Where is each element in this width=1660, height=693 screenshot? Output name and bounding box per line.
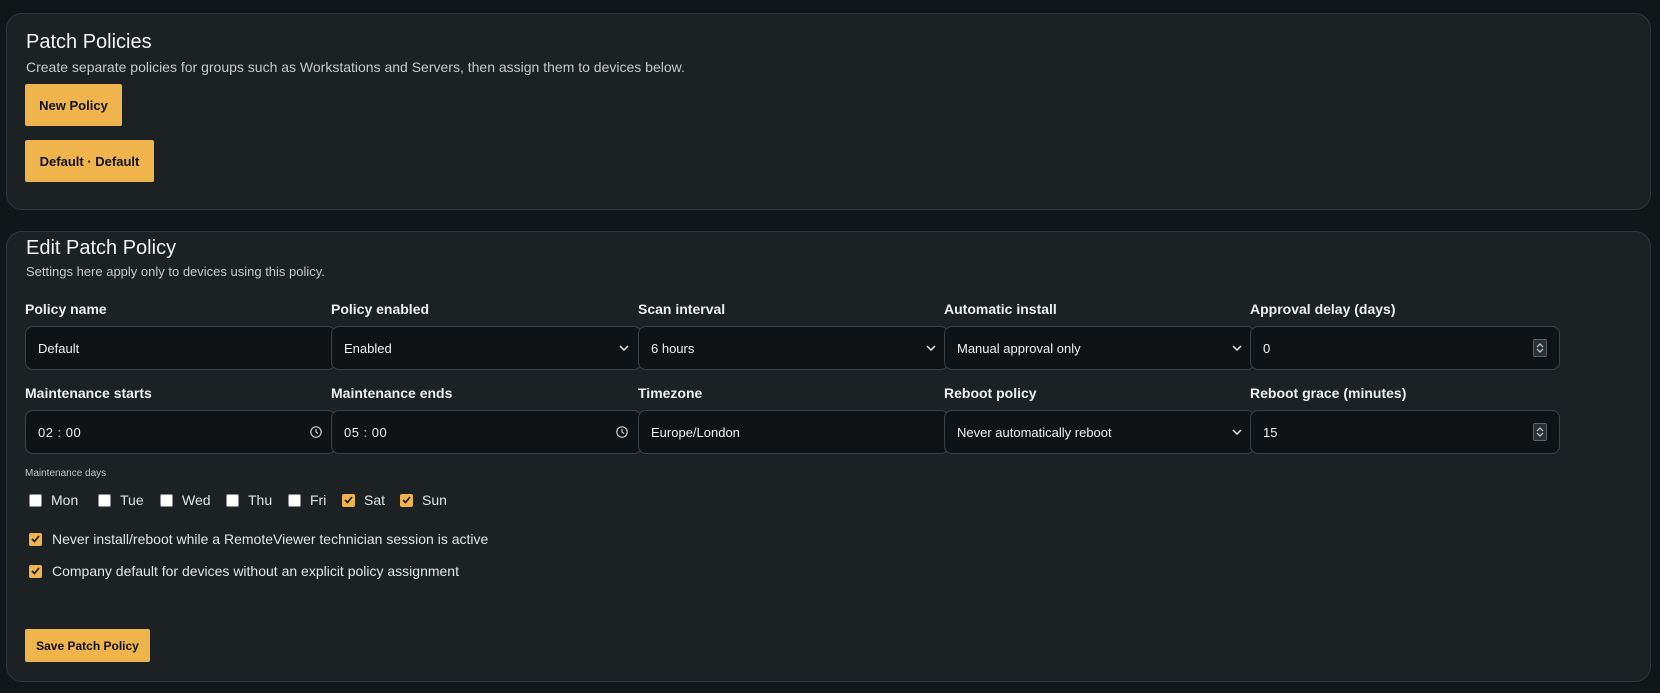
automatic-install-label: Automatic install xyxy=(944,301,1057,317)
automatic-install-value: Manual approval only xyxy=(957,340,1081,356)
reboot-policy-select[interactable]: Never automatically reboot xyxy=(944,410,1255,454)
reboot-policy-label: Reboot policy xyxy=(944,385,1037,401)
checkbox-checked-icon[interactable] xyxy=(29,532,42,546)
day-label: Thu xyxy=(248,492,273,508)
patch-policies-card: Patch Policies Create separate policies … xyxy=(6,13,1651,210)
checkbox-unchecked-icon[interactable] xyxy=(29,493,42,507)
day-checkbox-wed[interactable]: Wed xyxy=(160,492,211,508)
day-checkbox-fri[interactable]: Fri xyxy=(288,492,326,508)
policy-item-default[interactable]: Default · Default xyxy=(25,140,154,182)
edit-patch-policy-title: Edit Patch Policy xyxy=(26,237,177,259)
option-label: Never install/reboot while a RemoteViewe… xyxy=(52,531,489,547)
day-label: Mon xyxy=(51,492,79,508)
scan-interval-value: 6 hours xyxy=(651,340,695,356)
checkbox-unchecked-icon[interactable] xyxy=(226,493,239,507)
policy-enabled-label: Policy enabled xyxy=(331,301,430,317)
chevron-down-icon xyxy=(619,343,629,353)
maintenance-starts-value: 02 : 00 xyxy=(38,424,82,440)
day-label: Sun xyxy=(422,492,447,508)
maintenance-starts-label: Maintenance starts xyxy=(25,385,152,401)
automatic-install-select[interactable]: Manual approval only xyxy=(944,326,1255,370)
clock-icon[interactable] xyxy=(309,425,323,439)
policy-enabled-value: Enabled xyxy=(344,340,392,356)
timezone-input[interactable]: Europe/London xyxy=(638,410,949,454)
day-label: Tue xyxy=(120,492,144,508)
maintenance-days-label: Maintenance days xyxy=(25,468,107,479)
option-company-default[interactable]: Company default for devices without an e… xyxy=(29,563,459,579)
maintenance-ends-label: Maintenance ends xyxy=(331,385,453,401)
reboot-grace-input[interactable]: 15 xyxy=(1250,410,1560,454)
timezone-label: Timezone xyxy=(638,385,703,401)
policy-name-value: Default xyxy=(38,340,80,356)
option-no-reboot-during-session[interactable]: Never install/reboot while a RemoteViewe… xyxy=(29,531,488,547)
day-label: Sat xyxy=(364,492,386,508)
checkbox-checked-icon[interactable] xyxy=(400,493,413,507)
reboot-policy-value: Never automatically reboot xyxy=(957,424,1112,440)
policy-name-input[interactable]: Default xyxy=(25,326,336,370)
reboot-grace-value: 15 xyxy=(1263,424,1278,440)
scan-interval-label: Scan interval xyxy=(638,301,726,317)
option-label: Company default for devices without an e… xyxy=(52,563,459,579)
approval-delay-label: Approval delay (days) xyxy=(1250,301,1396,317)
chevron-down-icon xyxy=(1232,427,1242,437)
number-stepper-icon[interactable] xyxy=(1533,423,1547,441)
maintenance-ends-input[interactable]: 05 : 00 xyxy=(331,410,642,454)
reboot-grace-label: Reboot grace (minutes) xyxy=(1250,385,1407,401)
clock-icon[interactable] xyxy=(615,425,629,439)
number-stepper-icon[interactable] xyxy=(1533,339,1547,357)
scan-interval-select[interactable]: 6 hours xyxy=(638,326,949,370)
checkbox-checked-icon[interactable] xyxy=(29,564,42,578)
approval-delay-input[interactable]: 0 xyxy=(1250,326,1560,370)
day-label: Fri xyxy=(310,492,327,508)
day-checkbox-sat[interactable]: Sat xyxy=(342,492,385,508)
edit-patch-policy-subtitle: Settings here apply only to devices usin… xyxy=(26,264,325,279)
approval-delay-value: 0 xyxy=(1263,340,1271,356)
day-checkbox-thu[interactable]: Thu xyxy=(226,492,272,508)
chevron-down-icon xyxy=(926,343,936,353)
day-label: Wed xyxy=(182,492,211,508)
edit-patch-policy-card: Edit Patch Policy Settings here apply on… xyxy=(6,231,1651,682)
day-checkbox-tue[interactable]: Tue xyxy=(98,492,144,508)
checkbox-unchecked-icon[interactable] xyxy=(98,493,111,507)
patch-policies-subtitle: Create separate policies for groups such… xyxy=(26,59,685,75)
timezone-value: Europe/London xyxy=(651,424,740,440)
chevron-down-icon xyxy=(1232,343,1242,353)
checkbox-unchecked-icon[interactable] xyxy=(288,493,301,507)
checkbox-unchecked-icon[interactable] xyxy=(160,493,173,507)
maintenance-starts-input[interactable]: 02 : 00 xyxy=(25,410,336,454)
patch-policies-title: Patch Policies xyxy=(26,31,152,53)
save-patch-policy-button[interactable]: Save Patch Policy xyxy=(25,629,150,662)
maintenance-ends-value: 05 : 00 xyxy=(344,424,388,440)
policy-enabled-select[interactable]: Enabled xyxy=(331,326,642,370)
policy-name-label: Policy name xyxy=(25,301,107,317)
day-checkbox-mon[interactable]: Mon xyxy=(29,492,78,508)
day-checkbox-sun[interactable]: Sun xyxy=(400,492,447,508)
new-policy-button[interactable]: New Policy xyxy=(25,84,122,126)
checkbox-checked-icon[interactable] xyxy=(342,493,355,507)
